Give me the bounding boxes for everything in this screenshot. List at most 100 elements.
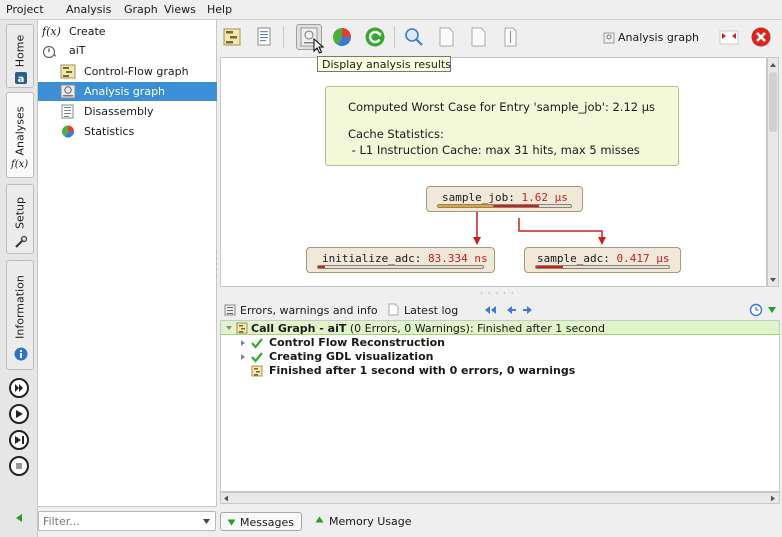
clock-icon[interactable]	[749, 303, 763, 317]
tab-errors-warnings[interactable]: Errors, warnings and info	[240, 304, 378, 317]
menu-project[interactable]: Project	[6, 3, 44, 16]
tree-item-analysis-graph[interactable]: Analysis graph	[38, 82, 217, 101]
node-progress-bar	[437, 204, 572, 208]
checkmark-icon	[251, 352, 263, 363]
message-title: Call Graph - aiT	[251, 322, 347, 335]
fit-height-icon	[504, 27, 517, 47]
vertical-splitter[interactable]: · · · · ·	[215, 249, 220, 282]
collapse-down-icon[interactable]	[767, 306, 777, 314]
step-button[interactable]	[9, 430, 29, 450]
fx-icon: f(x)	[42, 25, 61, 38]
node-text: initialize_adc: 83.334 ns	[322, 252, 488, 265]
play-button[interactable]	[9, 404, 29, 424]
menu-analysis[interactable]: Analysis	[66, 3, 111, 16]
expanded-arrow-icon[interactable]	[225, 324, 233, 332]
tree-item-disassembly[interactable]: Disassembly	[38, 102, 217, 121]
tree-item-label: Disassembly	[84, 105, 154, 118]
tree-item-create[interactable]: f(x) Create	[38, 22, 217, 41]
message-finished[interactable]: Finished after 1 second with 0 errors, 0…	[269, 364, 575, 377]
collapsed-arrow-icon[interactable]	[239, 339, 247, 347]
scroll-left-icon[interactable]	[223, 495, 229, 502]
node-sample-job[interactable]: sample_job: 1.62 µs	[426, 186, 583, 212]
page-split-button[interactable]	[465, 24, 491, 50]
scroll-right-icon[interactable]	[770, 495, 776, 502]
node-progress-fill	[318, 266, 325, 268]
tree-item-label: aiT	[69, 44, 86, 57]
restore-button[interactable]	[716, 24, 742, 50]
graph-vertical-scrollbar[interactable]	[767, 57, 779, 287]
tab-setup[interactable]: Setup	[6, 184, 34, 254]
page-icon	[388, 303, 399, 316]
bottom-tab-bar: Messages Memory Usage	[217, 510, 782, 534]
tree-item-control-flow-graph[interactable]: Control-Flow graph	[38, 62, 217, 81]
node-text: sample_job: 1.62 µs	[442, 191, 568, 204]
node-progress-fill	[438, 205, 540, 207]
tab-setup-label: Setup	[13, 196, 27, 230]
menu-graph[interactable]: Graph	[124, 3, 158, 16]
stop-button[interactable]	[9, 456, 29, 476]
control-flow-graph-icon	[251, 365, 263, 377]
next-icon[interactable]	[522, 305, 534, 315]
analysis-graph-icon	[60, 84, 76, 99]
scroll-up-icon[interactable]	[769, 62, 777, 68]
zoom-button[interactable]	[401, 24, 427, 50]
mouse-cursor-icon	[313, 38, 325, 54]
tab-analyses[interactable]: Analyses f(x)	[6, 92, 34, 178]
fit-height-button[interactable]	[497, 24, 523, 50]
collapse-arrow-icon[interactable]	[14, 513, 24, 523]
node-value: 83.334 ns	[427, 252, 488, 265]
filter-field[interactable]	[38, 511, 216, 531]
control-flow-graph-icon	[60, 64, 76, 79]
tab-latest-log[interactable]: Latest log	[404, 304, 458, 317]
scrollbar-thumb[interactable]	[769, 72, 777, 132]
messages-horizontal-scrollbar[interactable]	[220, 492, 780, 504]
message-control-flow[interactable]: Control Flow Reconstruction	[269, 336, 445, 349]
horizontal-splitter[interactable]: · · · · ·	[480, 289, 515, 299]
node-progress-bar	[535, 265, 670, 269]
node-text: sample_adc: 0.417 µs	[537, 252, 669, 265]
message-gdl-visualization[interactable]: Creating GDL visualization	[269, 350, 433, 363]
maximize-icon	[719, 30, 739, 45]
tree-item-ait[interactable]: aiT	[38, 41, 217, 60]
up-triangle-icon	[315, 516, 324, 523]
home-logo-icon: a	[15, 72, 27, 85]
first-page-icon[interactable]	[484, 305, 498, 315]
message-detail: (0 Errors, 0 Warnings): Finished after 1…	[349, 322, 605, 335]
control-flow-graph-icon	[236, 322, 248, 334]
collapsed-arrow-icon[interactable]	[239, 353, 247, 361]
analysis-graph-canvas[interactable]: Computed Worst Case for Entry 'sample_jo…	[220, 57, 767, 287]
control-flow-graph-icon	[223, 28, 241, 46]
svg-text:a: a	[18, 74, 25, 85]
analysis-graph-icon	[603, 32, 615, 44]
control-flow-graph-button[interactable]	[219, 24, 245, 50]
tree-item-label: Analysis graph	[84, 85, 166, 98]
previous-icon[interactable]	[505, 305, 517, 315]
disassembly-button[interactable]	[251, 24, 277, 50]
scroll-down-icon[interactable]	[769, 277, 777, 283]
tab-messages[interactable]: Messages	[220, 512, 302, 531]
disassembly-icon	[61, 104, 74, 119]
fast-forward-button[interactable]	[9, 378, 29, 398]
filter-input[interactable]	[41, 514, 191, 528]
refresh-icon	[365, 27, 385, 47]
tree-item-statistics[interactable]: Statistics	[38, 122, 217, 141]
refresh-button[interactable]	[362, 24, 388, 50]
wrench-icon	[15, 235, 28, 248]
menu-views[interactable]: Views	[164, 3, 196, 16]
page-button[interactable]	[433, 24, 459, 50]
menu-help[interactable]: Help	[207, 3, 232, 16]
node-sample-adc[interactable]: sample_adc: 0.417 µs	[524, 247, 681, 273]
tab-home[interactable]: Home a	[6, 24, 34, 88]
close-view-button[interactable]	[748, 24, 774, 50]
tab-information[interactable]: Information	[6, 260, 34, 370]
statistics-button[interactable]	[329, 24, 355, 50]
tab-memory-usage[interactable]: Memory Usage	[315, 512, 425, 531]
node-value: 1.62 µs	[521, 191, 568, 204]
tab-messages-label: Messages	[240, 516, 294, 529]
tab-memory-usage-label: Memory Usage	[329, 515, 412, 528]
list-icon	[224, 304, 236, 316]
node-initialize-adc[interactable]: initialize_adc: 83.334 ns	[306, 247, 495, 273]
side-tab-bar: Home a Analyses f(x) Setup Information	[0, 20, 38, 537]
down-triangle-icon	[227, 519, 236, 526]
chevron-down-icon[interactable]	[202, 518, 211, 525]
